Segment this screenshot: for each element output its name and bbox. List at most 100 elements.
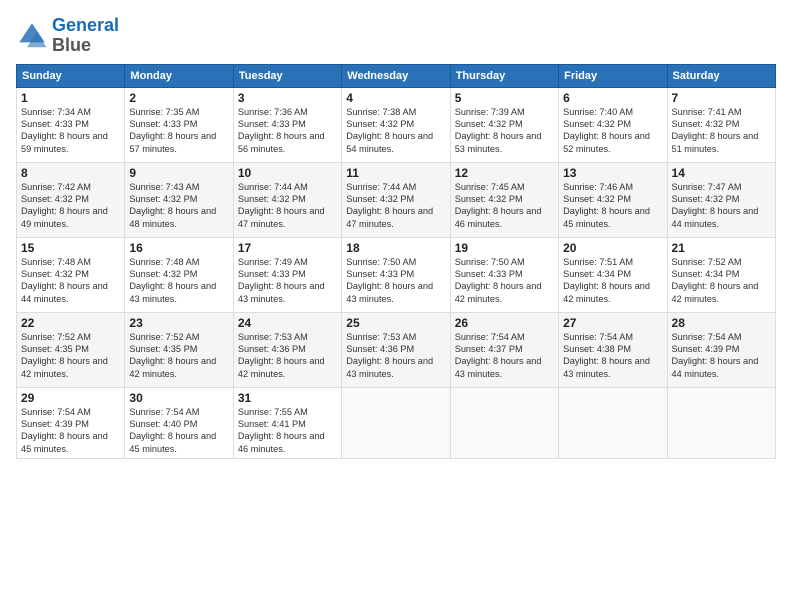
day-detail: Sunrise: 7:54 AMSunset: 4:38 PMDaylight:… [563, 331, 662, 381]
day-number: 5 [455, 91, 554, 105]
day-number: 30 [129, 391, 228, 405]
calendar-cell: 23Sunrise: 7:52 AMSunset: 4:35 PMDayligh… [125, 312, 233, 387]
calendar-week-row: 22Sunrise: 7:52 AMSunset: 4:35 PMDayligh… [17, 312, 776, 387]
calendar-cell: 4Sunrise: 7:38 AMSunset: 4:32 PMDaylight… [342, 87, 450, 162]
day-detail: Sunrise: 7:38 AMSunset: 4:32 PMDaylight:… [346, 106, 445, 156]
day-detail: Sunrise: 7:47 AMSunset: 4:32 PMDaylight:… [672, 181, 771, 231]
calendar-cell: 27Sunrise: 7:54 AMSunset: 4:38 PMDayligh… [559, 312, 667, 387]
day-detail: Sunrise: 7:45 AMSunset: 4:32 PMDaylight:… [455, 181, 554, 231]
day-detail: Sunrise: 7:46 AMSunset: 4:32 PMDaylight:… [563, 181, 662, 231]
day-number: 21 [672, 241, 771, 255]
calendar-week-row: 15Sunrise: 7:48 AMSunset: 4:32 PMDayligh… [17, 237, 776, 312]
calendar-cell: 16Sunrise: 7:48 AMSunset: 4:32 PMDayligh… [125, 237, 233, 312]
day-number: 25 [346, 316, 445, 330]
day-detail: Sunrise: 7:50 AMSunset: 4:33 PMDaylight:… [346, 256, 445, 306]
calendar-cell: 30Sunrise: 7:54 AMSunset: 4:40 PMDayligh… [125, 387, 233, 459]
calendar-cell: 31Sunrise: 7:55 AMSunset: 4:41 PMDayligh… [233, 387, 341, 459]
weekday-header-sunday: Sunday [17, 64, 125, 87]
day-detail: Sunrise: 7:54 AMSunset: 4:39 PMDaylight:… [672, 331, 771, 381]
weekday-header-monday: Monday [125, 64, 233, 87]
day-number: 26 [455, 316, 554, 330]
day-number: 17 [238, 241, 337, 255]
calendar-header-row: SundayMondayTuesdayWednesdayThursdayFrid… [17, 64, 776, 87]
calendar-week-row: 1Sunrise: 7:34 AMSunset: 4:33 PMDaylight… [17, 87, 776, 162]
calendar-cell: 5Sunrise: 7:39 AMSunset: 4:32 PMDaylight… [450, 87, 558, 162]
day-number: 10 [238, 166, 337, 180]
day-number: 4 [346, 91, 445, 105]
calendar-cell: 8Sunrise: 7:42 AMSunset: 4:32 PMDaylight… [17, 162, 125, 237]
calendar-cell: 22Sunrise: 7:52 AMSunset: 4:35 PMDayligh… [17, 312, 125, 387]
calendar-week-row: 8Sunrise: 7:42 AMSunset: 4:32 PMDaylight… [17, 162, 776, 237]
calendar-cell: 1Sunrise: 7:34 AMSunset: 4:33 PMDaylight… [17, 87, 125, 162]
calendar-cell: 9Sunrise: 7:43 AMSunset: 4:32 PMDaylight… [125, 162, 233, 237]
weekday-header-thursday: Thursday [450, 64, 558, 87]
day-detail: Sunrise: 7:42 AMSunset: 4:32 PMDaylight:… [21, 181, 120, 231]
day-detail: Sunrise: 7:54 AMSunset: 4:40 PMDaylight:… [129, 406, 228, 456]
day-detail: Sunrise: 7:34 AMSunset: 4:33 PMDaylight:… [21, 106, 120, 156]
calendar-cell: 3Sunrise: 7:36 AMSunset: 4:33 PMDaylight… [233, 87, 341, 162]
day-number: 23 [129, 316, 228, 330]
calendar-cell: 6Sunrise: 7:40 AMSunset: 4:32 PMDaylight… [559, 87, 667, 162]
day-number: 28 [672, 316, 771, 330]
calendar-table: SundayMondayTuesdayWednesdayThursdayFrid… [16, 64, 776, 460]
day-number: 27 [563, 316, 662, 330]
day-number: 22 [21, 316, 120, 330]
day-number: 24 [238, 316, 337, 330]
day-detail: Sunrise: 7:52 AMSunset: 4:34 PMDaylight:… [672, 256, 771, 306]
calendar-cell: 13Sunrise: 7:46 AMSunset: 4:32 PMDayligh… [559, 162, 667, 237]
calendar-cell: 11Sunrise: 7:44 AMSunset: 4:32 PMDayligh… [342, 162, 450, 237]
day-detail: Sunrise: 7:43 AMSunset: 4:32 PMDaylight:… [129, 181, 228, 231]
calendar-cell [667, 387, 775, 459]
day-detail: Sunrise: 7:40 AMSunset: 4:32 PMDaylight:… [563, 106, 662, 156]
day-detail: Sunrise: 7:48 AMSunset: 4:32 PMDaylight:… [129, 256, 228, 306]
day-number: 8 [21, 166, 120, 180]
day-detail: Sunrise: 7:48 AMSunset: 4:32 PMDaylight:… [21, 256, 120, 306]
day-detail: Sunrise: 7:50 AMSunset: 4:33 PMDaylight:… [455, 256, 554, 306]
calendar-cell: 18Sunrise: 7:50 AMSunset: 4:33 PMDayligh… [342, 237, 450, 312]
day-number: 7 [672, 91, 771, 105]
logo-text: GeneralBlue [52, 16, 119, 56]
day-detail: Sunrise: 7:35 AMSunset: 4:33 PMDaylight:… [129, 106, 228, 156]
calendar-cell: 29Sunrise: 7:54 AMSunset: 4:39 PMDayligh… [17, 387, 125, 459]
day-number: 2 [129, 91, 228, 105]
calendar-cell: 14Sunrise: 7:47 AMSunset: 4:32 PMDayligh… [667, 162, 775, 237]
calendar-cell [450, 387, 558, 459]
day-number: 16 [129, 241, 228, 255]
day-number: 11 [346, 166, 445, 180]
day-number: 31 [238, 391, 337, 405]
calendar-cell: 2Sunrise: 7:35 AMSunset: 4:33 PMDaylight… [125, 87, 233, 162]
logo-icon [16, 20, 48, 52]
calendar-cell [559, 387, 667, 459]
calendar-cell: 10Sunrise: 7:44 AMSunset: 4:32 PMDayligh… [233, 162, 341, 237]
day-detail: Sunrise: 7:54 AMSunset: 4:39 PMDaylight:… [21, 406, 120, 456]
calendar-cell: 20Sunrise: 7:51 AMSunset: 4:34 PMDayligh… [559, 237, 667, 312]
weekday-header-tuesday: Tuesday [233, 64, 341, 87]
calendar-cell [342, 387, 450, 459]
header: GeneralBlue [16, 16, 776, 56]
weekday-header-wednesday: Wednesday [342, 64, 450, 87]
day-detail: Sunrise: 7:49 AMSunset: 4:33 PMDaylight:… [238, 256, 337, 306]
calendar-cell: 21Sunrise: 7:52 AMSunset: 4:34 PMDayligh… [667, 237, 775, 312]
calendar-cell: 19Sunrise: 7:50 AMSunset: 4:33 PMDayligh… [450, 237, 558, 312]
day-detail: Sunrise: 7:52 AMSunset: 4:35 PMDaylight:… [129, 331, 228, 381]
weekday-header-friday: Friday [559, 64, 667, 87]
day-detail: Sunrise: 7:36 AMSunset: 4:33 PMDaylight:… [238, 106, 337, 156]
day-detail: Sunrise: 7:44 AMSunset: 4:32 PMDaylight:… [346, 181, 445, 231]
calendar-cell: 28Sunrise: 7:54 AMSunset: 4:39 PMDayligh… [667, 312, 775, 387]
day-detail: Sunrise: 7:52 AMSunset: 4:35 PMDaylight:… [21, 331, 120, 381]
day-detail: Sunrise: 7:41 AMSunset: 4:32 PMDaylight:… [672, 106, 771, 156]
logo: GeneralBlue [16, 16, 119, 56]
day-number: 20 [563, 241, 662, 255]
day-number: 14 [672, 166, 771, 180]
calendar-cell: 24Sunrise: 7:53 AMSunset: 4:36 PMDayligh… [233, 312, 341, 387]
calendar-week-row: 29Sunrise: 7:54 AMSunset: 4:39 PMDayligh… [17, 387, 776, 459]
day-number: 9 [129, 166, 228, 180]
day-detail: Sunrise: 7:44 AMSunset: 4:32 PMDaylight:… [238, 181, 337, 231]
day-detail: Sunrise: 7:53 AMSunset: 4:36 PMDaylight:… [346, 331, 445, 381]
weekday-header-saturday: Saturday [667, 64, 775, 87]
day-number: 1 [21, 91, 120, 105]
calendar-cell: 15Sunrise: 7:48 AMSunset: 4:32 PMDayligh… [17, 237, 125, 312]
day-detail: Sunrise: 7:39 AMSunset: 4:32 PMDaylight:… [455, 106, 554, 156]
page-container: GeneralBlue SundayMondayTuesdayWednesday… [0, 0, 792, 612]
calendar-cell: 26Sunrise: 7:54 AMSunset: 4:37 PMDayligh… [450, 312, 558, 387]
